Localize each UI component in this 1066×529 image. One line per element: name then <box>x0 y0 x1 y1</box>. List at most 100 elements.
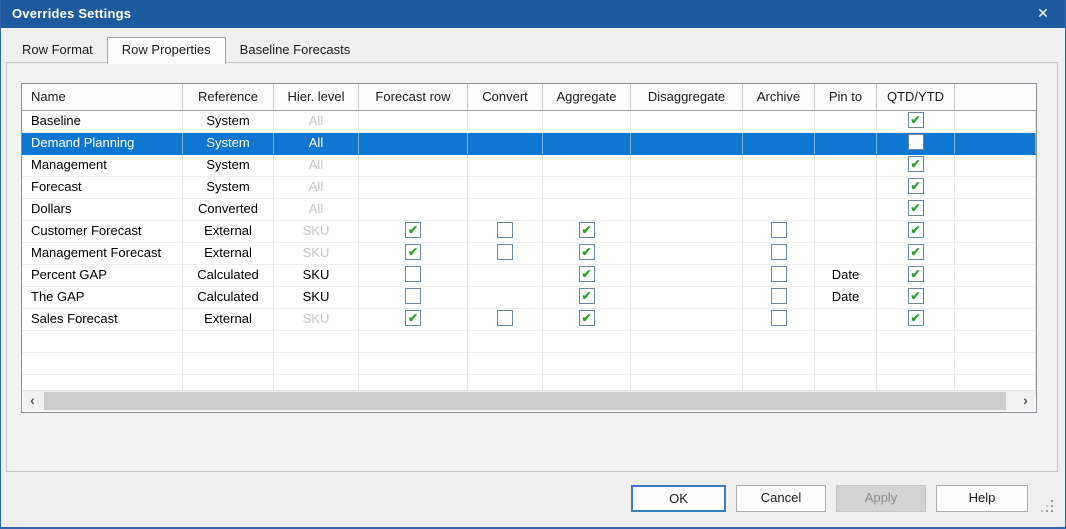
title-bar[interactable]: Overrides Settings ✕ <box>1 0 1065 28</box>
column-header-hier_level[interactable]: Hier. level <box>274 84 359 110</box>
hier_level-value: All <box>308 157 324 172</box>
grid-row-demand-planning[interactable]: Demand Planning System All <box>22 133 1036 155</box>
column-header-name[interactable]: Name <box>22 84 183 110</box>
close-icon[interactable]: ✕ <box>1027 0 1059 28</box>
name-value: Percent GAP <box>31 267 107 282</box>
cell-reference <box>183 353 274 374</box>
scrollbar-thumb[interactable] <box>44 392 1006 410</box>
cell-pin_to <box>815 309 877 330</box>
qtd_ytd-checkbox[interactable]: ✔ <box>907 112 924 129</box>
forecast_row-checkbox[interactable]: ✔ <box>405 222 421 239</box>
tab-baseline-forecasts[interactable]: Baseline Forecasts <box>226 38 365 62</box>
qtd_ytd-checkbox[interactable] <box>907 134 924 151</box>
qtd_ytd-checkbox[interactable]: ✔ <box>907 200 924 217</box>
grid-row-management-forecast[interactable]: Management Forecast External SKU ✔ ✔ ✔ <box>22 243 1036 265</box>
column-header-forecast_row[interactable]: Forecast row <box>359 84 468 110</box>
aggregate-checkbox[interactable]: ✔ <box>578 266 595 283</box>
qtd_ytd-checkbox[interactable]: ✔ <box>907 156 924 173</box>
aggregate-checkbox[interactable]: ✔ <box>578 222 595 239</box>
cell-pin_to <box>815 243 877 264</box>
cell-name: Customer Forecast <box>22 221 183 242</box>
column-header-pin_to[interactable]: Pin to <box>815 84 877 110</box>
cell-spacer <box>955 265 1036 286</box>
convert-checkbox[interactable] <box>497 244 513 261</box>
qtd_ytd-checkbox[interactable]: ✔ <box>907 244 924 261</box>
grid-row-sales-forecast[interactable]: Sales Forecast External SKU ✔ ✔ ✔ <box>22 309 1036 331</box>
help-button[interactable]: Help <box>936 485 1028 512</box>
column-header-aggregate[interactable]: Aggregate <box>543 84 631 110</box>
archive-checkbox[interactable] <box>770 244 787 261</box>
horizontal-scrollbar[interactable]: ‹ › <box>23 390 1035 411</box>
grid-row-forecast[interactable]: Forecast System All ✔ <box>22 177 1036 199</box>
chevron-right-icon: › <box>1023 392 1028 408</box>
cell-reference <box>183 331 274 352</box>
name-value: Management Forecast <box>31 245 162 260</box>
name-value: Demand Planning <box>31 135 135 150</box>
cell-aggregate <box>543 111 631 132</box>
cell-spacer <box>955 243 1036 264</box>
cell-forecast_row <box>359 177 468 198</box>
qtd_ytd-checkbox[interactable]: ✔ <box>907 178 924 195</box>
cell-spacer <box>955 353 1036 374</box>
cell-pin_to <box>815 221 877 242</box>
convert-checkbox[interactable] <box>497 222 513 239</box>
name-value: Dollars <box>31 201 72 216</box>
cell-pin_to <box>815 177 877 198</box>
cell-pin_to <box>815 155 877 176</box>
cancel-button[interactable]: Cancel <box>736 485 826 512</box>
cell-spacer <box>955 309 1036 330</box>
cell-hier_level: All <box>274 155 359 176</box>
name-value: Management <box>31 157 107 172</box>
forecast_row-checkbox[interactable]: ✔ <box>405 310 421 327</box>
cell-hier_level <box>274 353 359 374</box>
reference-value: External <box>204 223 252 238</box>
cell-reference: System <box>183 155 274 176</box>
forecast_row-checkbox[interactable] <box>405 266 421 283</box>
column-header-archive[interactable]: Archive <box>743 84 815 110</box>
tab-page-panel: Name Reference Hier. level Forecast row Conv… <box>6 62 1058 472</box>
qtd_ytd-checkbox[interactable]: ✔ <box>907 222 924 239</box>
qtd_ytd-checkbox[interactable]: ✔ <box>907 266 924 283</box>
column-header-disaggregate[interactable]: Disaggregate <box>631 84 743 110</box>
archive-checkbox[interactable] <box>770 266 787 283</box>
convert-checkbox[interactable] <box>497 310 513 327</box>
forecast_row-checkbox[interactable] <box>405 288 421 305</box>
resize-grip[interactable] <box>1051 500 1053 502</box>
cell-archive <box>743 265 815 286</box>
grid-row-customer-forecast[interactable]: Customer Forecast External SKU ✔ ✔ ✔ <box>22 221 1036 243</box>
column-header-qtd_ytd[interactable]: QTD/YTD <box>877 84 955 110</box>
apply-button[interactable]: Apply <box>836 485 926 512</box>
column-header-reference[interactable]: Reference <box>183 84 274 110</box>
scroll-left-button[interactable]: ‹ <box>23 391 42 411</box>
cell-spacer <box>955 287 1036 308</box>
grid-row-dollars[interactable]: Dollars Converted All ✔ <box>22 199 1036 221</box>
qtd_ytd-checkbox[interactable]: ✔ <box>907 288 924 305</box>
column-header-convert[interactable]: Convert <box>468 84 543 110</box>
archive-checkbox[interactable] <box>770 310 787 327</box>
archive-checkbox[interactable] <box>770 222 787 239</box>
grid-row-percent-gap[interactable]: Percent GAP Calculated SKU ✔ Date ✔ <box>22 265 1036 287</box>
grid-row-baseline[interactable]: Baseline System All ✔ <box>22 111 1036 133</box>
cell-aggregate <box>543 353 631 374</box>
grid-row-empty[interactable] <box>22 353 1036 375</box>
scroll-right-button[interactable]: › <box>1016 391 1035 411</box>
forecast_row-checkbox[interactable]: ✔ <box>405 244 421 261</box>
cell-hier_level: SKU <box>274 309 359 330</box>
cell-forecast_row <box>359 265 468 286</box>
aggregate-checkbox[interactable]: ✔ <box>578 288 595 305</box>
aggregate-checkbox[interactable]: ✔ <box>578 310 595 327</box>
tab-row-properties[interactable]: Row Properties <box>106 37 226 64</box>
grid-row-management[interactable]: Management System All ✔ <box>22 155 1036 177</box>
ok-button[interactable]: OK <box>631 485 726 512</box>
cell-forecast_row <box>359 287 468 308</box>
aggregate-checkbox[interactable]: ✔ <box>578 244 595 261</box>
tab-row-format[interactable]: Row Format <box>8 38 107 62</box>
grid-row-the-gap[interactable]: The GAP Calculated SKU ✔ Date ✔ <box>22 287 1036 309</box>
grid-body: Baseline System All ✔ Demand Planning System A… <box>22 111 1036 397</box>
reference-value: System <box>206 113 250 128</box>
qtd_ytd-checkbox[interactable]: ✔ <box>907 310 924 327</box>
column-header-spacer[interactable] <box>955 84 1036 110</box>
archive-checkbox[interactable] <box>770 288 787 305</box>
reference-value: System <box>206 179 250 194</box>
grid-row-empty[interactable] <box>22 331 1036 353</box>
